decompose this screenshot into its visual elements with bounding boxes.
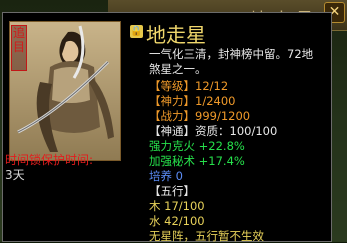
formation-line: 无星阵，五行暂不生效 [149,229,264,243]
lock-icon: 🔒 [130,25,143,38]
divine-label: 【神通】 [149,124,195,138]
level-row: 【等级】12/12 [149,79,228,93]
power-value: 1/2400 [195,94,236,108]
description-line-1: 一气化三清，封神榜中留。72地 [149,47,314,61]
card-name: 地走星 [146,23,206,47]
card-tooltip: 追 目 时间锁保护时间: 3天 🔒 地走星 一气化三清，封神榜中留。72地 煞星… [2,12,332,243]
elements-label: 【五行】 [149,184,195,198]
buff-secret-line: 加强秘术 +17.4% [149,154,245,168]
buff-fire-line: 强力克火 +22.8% [149,139,245,153]
divine-row: 【神通】资质：100/100 [149,124,277,138]
level-value: 12/12 [195,79,229,93]
description-line-2: 煞星之一。 [149,62,207,76]
battle-label: 【战力】 [149,109,195,123]
battle-value: 999/1200 [195,109,251,123]
power-label: 【神力】 [149,94,195,108]
power-row: 【神力】1/2400 [149,94,235,108]
battle-row: 【战力】999/1200 [149,109,250,123]
cultivate-line: 培养 0 [149,169,183,183]
stamp-badge: 追 目 [11,25,27,71]
divine-value: 资质：100/100 [195,124,278,138]
level-label: 【等级】 [149,79,195,93]
lock-protection-value: 3天 [5,168,25,182]
wood-line: 木 17/100 [149,199,205,213]
water-line: 水 42/100 [149,214,205,228]
